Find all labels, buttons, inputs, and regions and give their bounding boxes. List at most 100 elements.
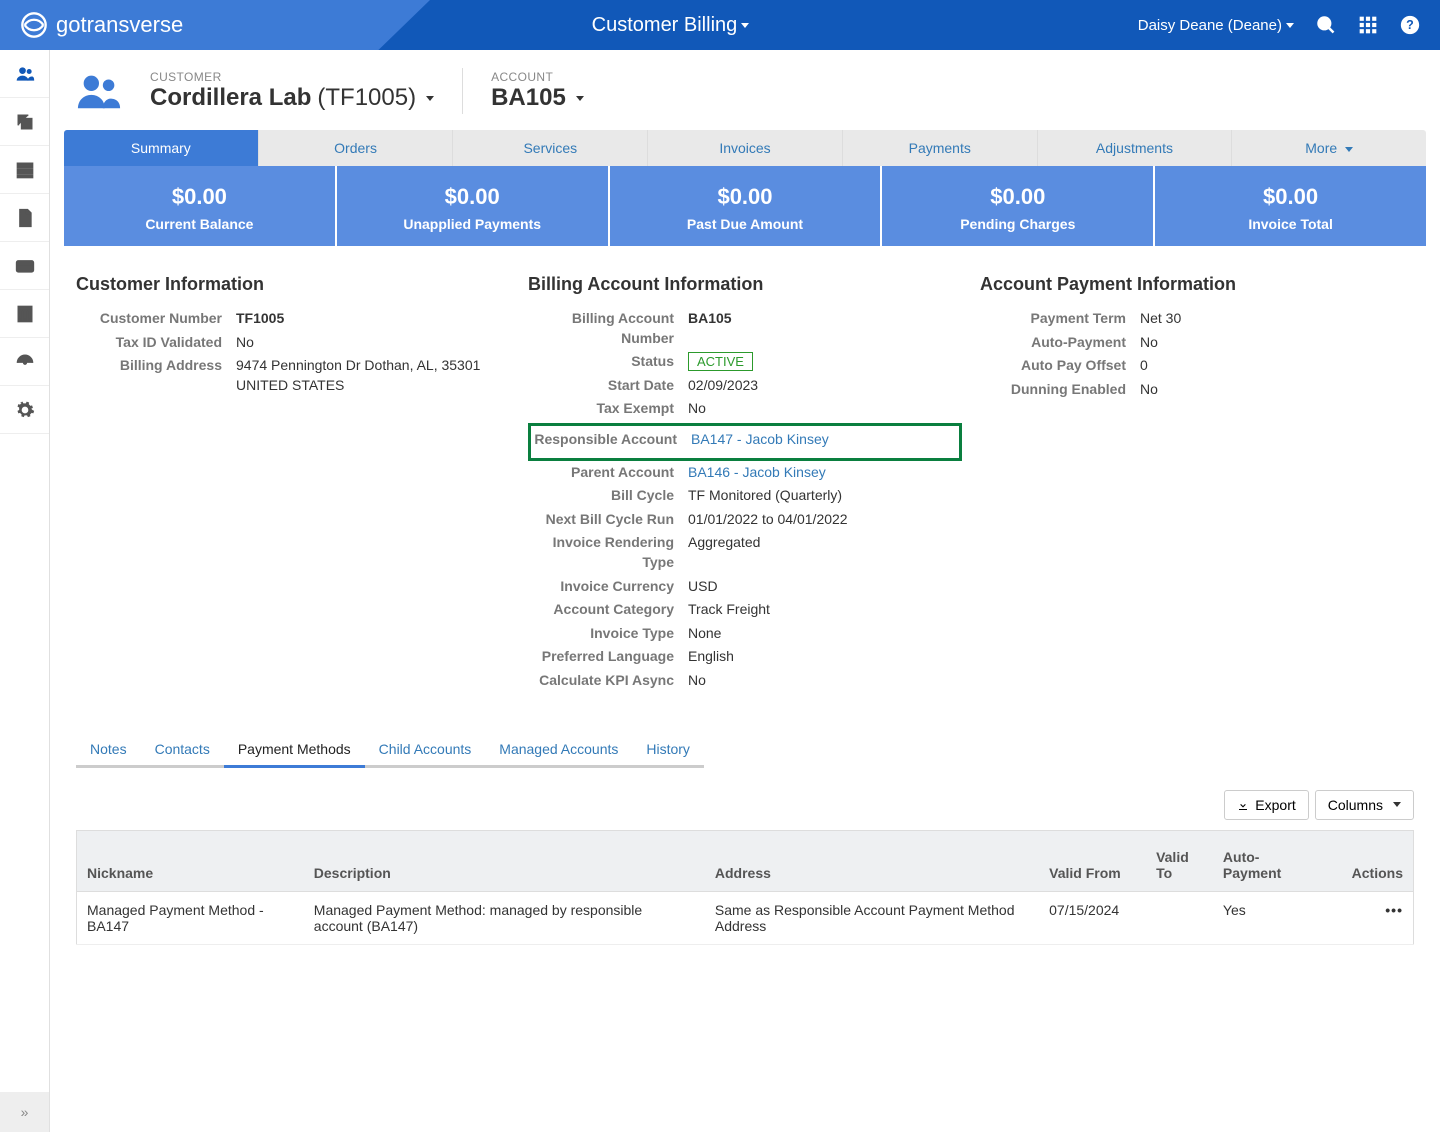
stat-value: $0.00 (890, 184, 1145, 210)
subtab-managed-accounts[interactable]: Managed Accounts (485, 731, 632, 768)
field-label: Responsible Account (531, 430, 691, 450)
sidebar-expand-icon[interactable]: » (0, 1092, 49, 1132)
tab-summary[interactable]: Summary (64, 130, 259, 166)
tab-more[interactable]: More (1232, 130, 1426, 166)
field-label: Payment Term (980, 309, 1140, 329)
customer-label: CUSTOMER (150, 70, 434, 84)
sidebar-customers-icon[interactable] (0, 50, 49, 98)
subtab-contacts[interactable]: Contacts (141, 731, 224, 768)
subtab-child-accounts[interactable]: Child Accounts (365, 731, 486, 768)
field-label: Account Category (528, 600, 688, 620)
customer-selector[interactable]: Cordillera Lab (TF1005) (150, 84, 434, 112)
col-actions[interactable]: Actions (1320, 830, 1414, 891)
stat-label: Past Due Amount (618, 216, 873, 232)
sidebar-copy-icon[interactable] (0, 98, 49, 146)
col-address[interactable]: Address (705, 830, 1039, 891)
sidebar-dashboard-icon[interactable] (0, 338, 49, 386)
stat-label: Invoice Total (1163, 216, 1418, 232)
account-label: ACCOUNT (491, 70, 584, 84)
tab-payments[interactable]: Payments (843, 130, 1038, 166)
user-name: Daisy Deane (Deane) (1138, 17, 1282, 34)
caret-down-icon (576, 96, 584, 101)
customer-name: Cordillera Lab (150, 84, 311, 112)
stat-value: $0.00 (618, 184, 873, 210)
stat-pending-charges: $0.00 Pending Charges (882, 166, 1153, 246)
customer-icon (76, 71, 122, 111)
tab-invoices[interactable]: Invoices (648, 130, 843, 166)
responsible-account-link[interactable]: BA147 - Jacob Kinsey (691, 431, 829, 447)
stat-value: $0.00 (1163, 184, 1418, 210)
col-nickname[interactable]: Nickname (77, 830, 304, 891)
field-value: TF Monitored (Quarterly) (688, 486, 962, 506)
main-tabs: Summary Orders Services Invoices Payment… (64, 130, 1426, 166)
stat-invoice-total: $0.00 Invoice Total (1155, 166, 1426, 246)
col-description[interactable]: Description (304, 830, 705, 891)
cell-nickname: Managed Payment Method - BA147 (77, 891, 304, 944)
cell-valid-to (1146, 891, 1213, 944)
subtab-history[interactable]: History (632, 731, 704, 768)
field-label: Next Bill Cycle Run (528, 510, 688, 530)
parent-account-link[interactable]: BA146 - Jacob Kinsey (688, 464, 826, 480)
account-name: BA105 (491, 84, 566, 112)
sidebar-card-icon[interactable] (0, 242, 49, 290)
account-selector[interactable]: BA105 (491, 84, 584, 112)
sidebar-settings-icon[interactable] (0, 386, 49, 434)
tab-adjustments[interactable]: Adjustments (1038, 130, 1233, 166)
caret-down-icon (426, 96, 434, 101)
logo-icon (20, 11, 48, 39)
row-actions-icon[interactable]: ••• (1385, 902, 1403, 918)
field-value: None (688, 624, 962, 644)
field-value: No (1140, 333, 1414, 353)
apps-grid-icon[interactable] (1358, 15, 1378, 35)
field-value: TF1005 (236, 309, 510, 329)
subtab-payment-methods[interactable]: Payment Methods (224, 731, 365, 768)
field-value: No (688, 399, 962, 419)
table-header-row: Nickname Description Address Valid From … (77, 830, 1414, 891)
field-value: BA146 - Jacob Kinsey (688, 463, 962, 483)
field-value: 9474 Pennington Dr Dothan, AL, 35301 UNI… (236, 356, 510, 395)
payment-info-panel: Account Payment Information Payment Term… (980, 274, 1414, 695)
columns-button[interactable]: Columns (1315, 790, 1414, 820)
field-label: Status (528, 352, 688, 372)
sidebar-server-icon[interactable] (0, 146, 49, 194)
payment-methods-table: Nickname Description Address Valid From … (76, 830, 1414, 945)
download-icon (1237, 799, 1249, 811)
field-label: Preferred Language (528, 647, 688, 667)
panel-title: Account Payment Information (980, 274, 1414, 295)
caret-down-icon (1393, 802, 1401, 807)
field-label: Customer Number (76, 309, 236, 329)
cell-valid-from: 07/15/2024 (1039, 891, 1146, 944)
brand[interactable]: gotransverse (0, 11, 203, 39)
field-label: Parent Account (528, 463, 688, 483)
cell-description: Managed Payment Method: managed by respo… (304, 891, 705, 944)
header-divider (462, 68, 463, 114)
export-button[interactable]: Export (1224, 790, 1308, 820)
search-icon[interactable] (1316, 15, 1336, 35)
stat-label: Current Balance (72, 216, 327, 232)
status-badge: ACTIVE (688, 352, 962, 372)
subtab-notes[interactable]: Notes (76, 731, 141, 768)
col-valid-from[interactable]: Valid From (1039, 830, 1146, 891)
user-menu[interactable]: Daisy Deane (Deane) (1138, 17, 1294, 34)
stat-label: Pending Charges (890, 216, 1145, 232)
caret-down-icon (741, 23, 749, 28)
field-label: Dunning Enabled (980, 380, 1140, 400)
button-label: Columns (1328, 797, 1383, 813)
status-text: ACTIVE (688, 352, 753, 371)
sub-tabs: Notes Contacts Payment Methods Child Acc… (64, 731, 1426, 768)
stat-unapplied-payments: $0.00Unapplied Payments (337, 166, 608, 246)
sidebar-calculator-icon[interactable] (0, 290, 49, 338)
tab-orders[interactable]: Orders (259, 130, 454, 166)
module-title-dropdown[interactable]: Customer Billing (203, 14, 1138, 37)
sidebar-file-icon[interactable] (0, 194, 49, 242)
field-label: Billing Address (76, 356, 236, 395)
panel-title: Customer Information (76, 274, 510, 295)
col-valid-to[interactable]: Valid To (1146, 830, 1213, 891)
col-auto-payment[interactable]: Auto-Payment (1213, 830, 1320, 891)
field-label: Billing Account Number (528, 309, 688, 348)
highlighted-row: Responsible AccountBA147 - Jacob Kinsey (528, 423, 962, 461)
field-value: USD (688, 577, 962, 597)
field-value: No (1140, 380, 1414, 400)
tab-services[interactable]: Services (453, 130, 648, 166)
help-icon[interactable]: ? (1400, 15, 1420, 35)
